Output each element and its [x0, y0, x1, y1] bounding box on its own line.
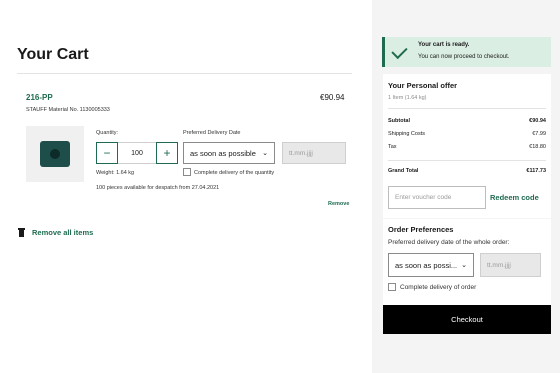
product-shape [40, 141, 70, 167]
order-delivery-select-value: as soon as possi... [395, 260, 458, 270]
total-divider [388, 160, 546, 161]
offer-title: Your Personal offer [388, 81, 458, 90]
quantity-input[interactable]: 100 [118, 142, 156, 164]
order-preferences-panel: Order Preferences Preferred delivery dat… [383, 219, 551, 305]
notice-message: You can now proceed to checkout. [418, 54, 510, 60]
order-preferences-title: Order Preferences [388, 225, 454, 234]
shipping-row: Shipping Costs €7.99 [388, 131, 546, 137]
notice-title: Your cart is ready. [418, 42, 470, 48]
item-complete-delivery-checkbox[interactable] [183, 168, 191, 176]
subtotal-label: Subtotal [388, 118, 410, 124]
shipping-value: €7.99 [532, 131, 546, 137]
remove-all-label: Remove all items [32, 228, 94, 237]
remove-all-button[interactable]: Remove all items [18, 228, 93, 237]
item-availability: 100 pieces available for despatch from 2… [96, 185, 220, 191]
quantity-decrease-button[interactable]: − [96, 142, 118, 164]
offer-summary: 1 Item (1.64 kg) [388, 95, 427, 101]
item-sku-link[interactable]: 216-PP [26, 93, 53, 102]
product-hole [50, 149, 60, 159]
order-complete-delivery-label: Complete delivery of order [400, 284, 477, 291]
grand-total-label: Grand Total [388, 168, 419, 174]
chevron-down-icon: ⌄ [461, 262, 467, 269]
subtotal-row: Subtotal €90.94 [388, 118, 546, 124]
order-complete-delivery-checkbox[interactable] [388, 283, 396, 291]
order-preferences-subtitle: Preferred delivery date of the whole ord… [388, 239, 510, 246]
redeem-code-button[interactable]: Redeem code [490, 193, 539, 202]
subtotal-value: €90.94 [529, 118, 546, 124]
item-material-number: STAUFF Material No. 1130005333 [26, 107, 110, 113]
item-price: €90.94 [320, 93, 345, 102]
item-delivery-select[interactable]: as soon as possible ⌄ [183, 142, 275, 164]
grand-total-value: €117.73 [526, 168, 546, 174]
item-date-input[interactable]: tt.mm.jjjj [282, 142, 346, 164]
chevron-down-icon: ⌄ [262, 150, 268, 157]
product-image[interactable] [26, 126, 84, 182]
checkout-button[interactable]: Checkout [383, 305, 551, 334]
item-complete-delivery-label: Complete delivery of the quantity [194, 170, 275, 176]
shipping-label: Shipping Costs [388, 131, 425, 137]
order-delivery-select[interactable]: as soon as possi... ⌄ [388, 253, 474, 277]
tax-label: Tax [388, 144, 397, 150]
page-title: Your Cart [17, 46, 89, 63]
quantity-increase-button[interactable]: + [156, 142, 178, 164]
cart-ready-notice: Your cart is ready. You can now proceed … [382, 37, 551, 67]
delivery-date-label: Preferred Delivery Date [183, 130, 241, 136]
check-icon [391, 42, 408, 60]
cart-main: Your Cart 216-PP €90.94 STAUFF Material … [0, 0, 372, 373]
item-delivery-select-value: as soon as possible [190, 148, 256, 158]
remove-item-link[interactable]: Remove [328, 201, 349, 207]
trash-icon [18, 228, 25, 237]
item-weight: Weight: 1.64 kg [96, 170, 135, 176]
quantity-label: Quantity: [96, 130, 119, 136]
personal-offer-panel: Your Personal offer 1 Item (1.64 kg) Sub… [383, 74, 551, 218]
title-divider [17, 73, 352, 74]
tax-value: €18.80 [529, 144, 546, 150]
offer-divider [388, 108, 546, 109]
grand-total-row: Grand Total €117.73 [388, 168, 546, 174]
voucher-input[interactable]: Enter voucher code [388, 186, 486, 209]
order-date-input[interactable]: tt.mm.jjjj [480, 253, 541, 277]
tax-row: Tax €18.80 [388, 144, 546, 150]
